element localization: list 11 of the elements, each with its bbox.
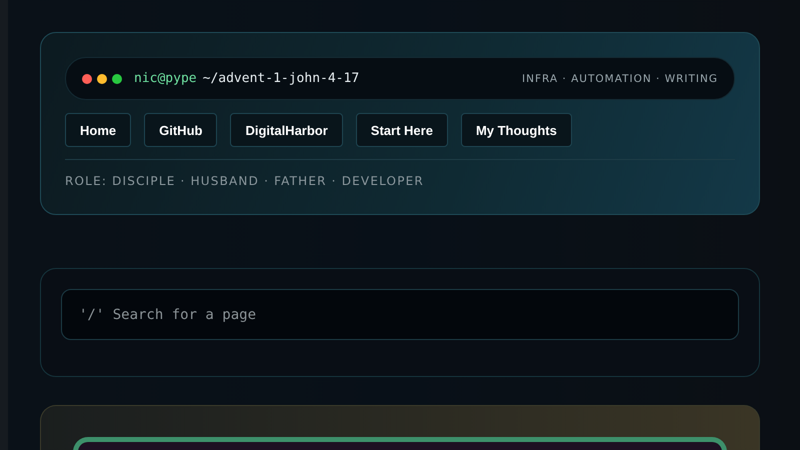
nav-button[interactable]: DigitalHarbor bbox=[230, 113, 343, 147]
role-text: ROLE: DISCIPLE · HUSBAND · FATHER · DEVELOPER bbox=[65, 174, 425, 188]
nav-button[interactable]: GitHub bbox=[144, 113, 218, 147]
search-field[interactable]: '/' Search for a page bbox=[61, 289, 739, 340]
nav-button[interactable]: Home bbox=[65, 113, 132, 147]
nav-button[interactable]: Start Here bbox=[356, 113, 448, 147]
prompt-path: ~/advent-1-john-4-17 bbox=[202, 71, 360, 86]
tagline: INFRA · AUTOMATION · WRITING bbox=[522, 72, 718, 84]
prompt-user: nic@pype bbox=[134, 71, 197, 86]
nav-button[interactable]: My Thoughts bbox=[460, 113, 572, 147]
window-dots-icon bbox=[82, 74, 122, 84]
